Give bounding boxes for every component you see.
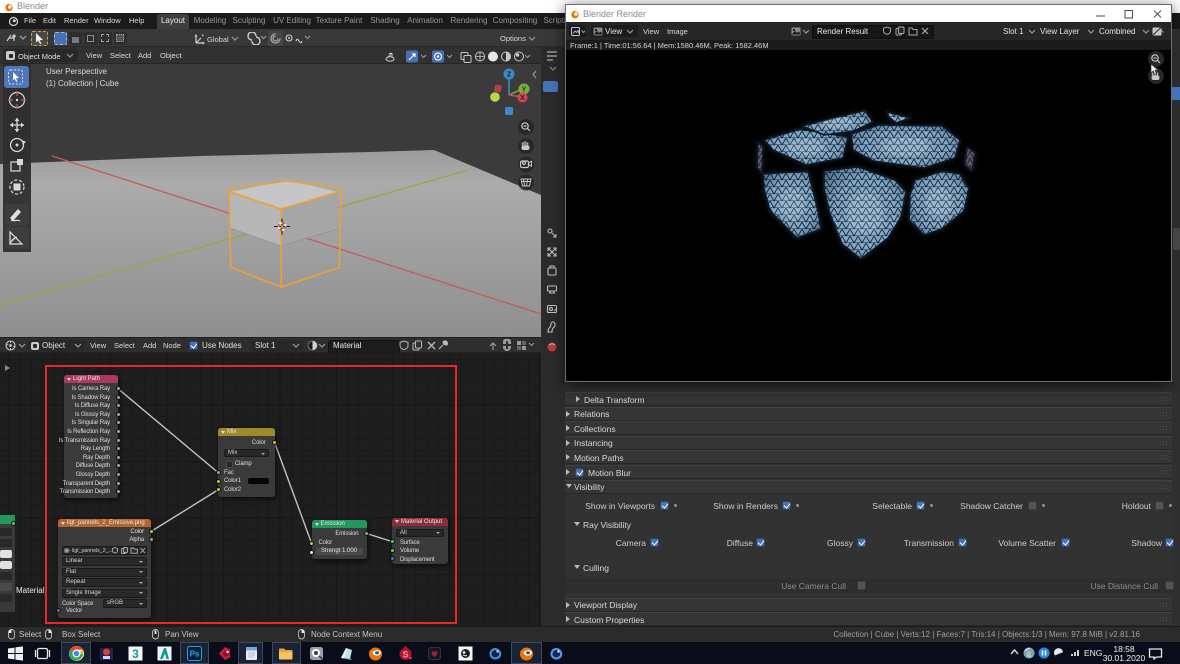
svg-text:X: X: [520, 95, 525, 102]
svg-text:3: 3: [132, 647, 139, 661]
svg-text:Z: Z: [507, 72, 512, 79]
svg-text:Ps: Ps: [190, 650, 200, 659]
svg-text:Y: Y: [522, 87, 527, 94]
svg-text:S: S: [402, 650, 408, 660]
